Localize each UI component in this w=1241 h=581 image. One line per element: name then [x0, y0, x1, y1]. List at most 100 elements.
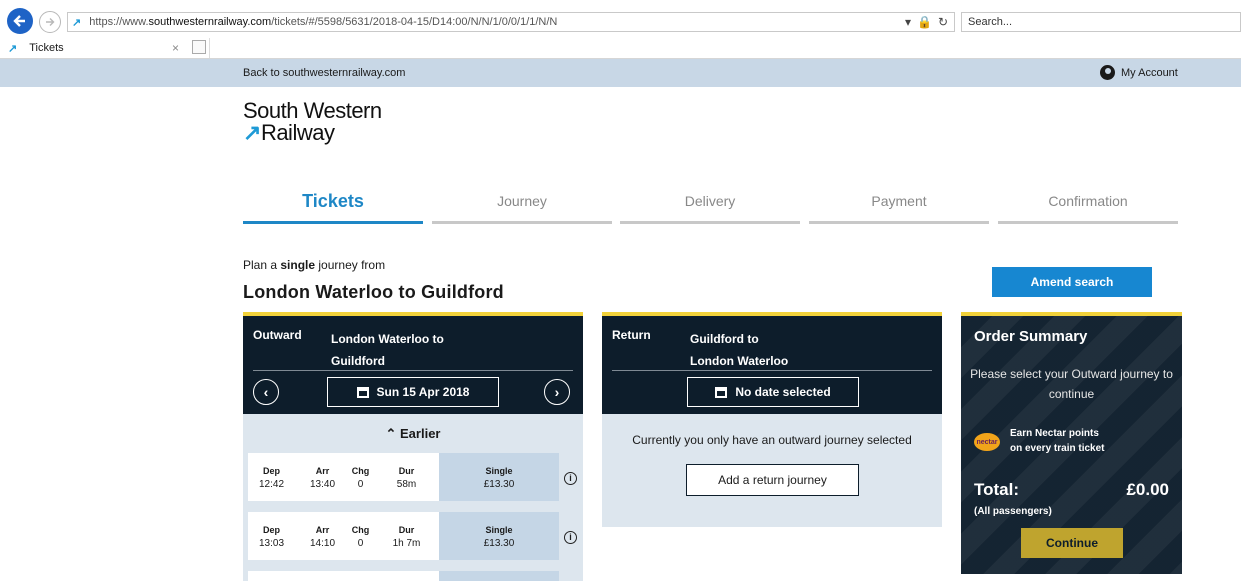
earlier-trains-button[interactable]: ⌃ Earlier	[243, 426, 583, 442]
dep-col: Dep 13:03	[254, 523, 289, 551]
return-route: Guildford to London Waterloo	[690, 328, 788, 372]
step-journey: Journey	[497, 193, 547, 209]
duration: 1h 7m	[392, 538, 421, 549]
outward-route-line1: London Waterloo to	[331, 332, 444, 346]
step-bar-delivery	[620, 221, 800, 224]
dep-time: 12:42	[258, 479, 285, 490]
chg-header: Chg	[351, 525, 370, 535]
total-label: Total:	[974, 480, 1020, 499]
return-route-line1: Guildford to	[690, 332, 759, 346]
fare-price: £13.30	[483, 538, 515, 549]
logo-arrow-icon: ↗	[243, 120, 261, 145]
chg-col: Chg 0	[348, 464, 373, 492]
step-bar-confirmation	[998, 221, 1178, 224]
return-panel: Return Guildford to London Waterloo No d…	[602, 312, 942, 414]
logo-line2: ↗Railway	[243, 122, 382, 144]
changes-count: 0	[357, 538, 364, 549]
step-bar-journey	[432, 221, 612, 224]
outward-route-line2: Guildford	[331, 354, 385, 368]
return-route-line2: London Waterloo	[690, 354, 789, 368]
return-label: Return	[612, 328, 651, 342]
refresh-icon[interactable]: ↻	[938, 15, 948, 29]
outward-label: Outward	[253, 328, 302, 342]
plan-journey-text: Plan a single journey from	[243, 258, 385, 272]
dur-col: Dur 1h 7m	[384, 523, 429, 551]
journey-row[interactable]: Dep 12:42 Arr 13:40 Chg 0 Dur 58m Single £13.…	[248, 453, 559, 501]
order-summary-title: Order Summary	[974, 328, 1088, 345]
add-return-journey-button[interactable]: Add a return journey	[686, 464, 859, 496]
journey-row[interactable]: Dep 13:03 Arr 14:10 Chg 0 Dur 1h 7m Single £1…	[248, 512, 559, 560]
previous-day-button[interactable]: ‹	[253, 379, 279, 405]
dep-time: 13:03	[258, 538, 285, 549]
nectar-line1: Earn Nectar points	[1010, 428, 1099, 439]
dep-header: Dep	[262, 466, 280, 476]
chevron-up-icon: ⌃	[385, 426, 401, 441]
outward-date-picker[interactable]: Sun 15 Apr 2018	[327, 377, 499, 407]
arr-header: Arr	[315, 525, 330, 535]
step-bar-tickets	[243, 221, 423, 224]
chevron-left-icon: ‹	[263, 384, 269, 400]
browser-search-input[interactable]: Search...	[961, 12, 1241, 32]
lock-icon[interactable]: 🔒	[917, 15, 932, 29]
address-url: https://www.southwesternrailway.com/tick…	[89, 16, 558, 28]
return-date: No date selected	[735, 385, 831, 399]
arrow-left-icon	[13, 15, 25, 27]
logo-line1: South Western	[243, 98, 382, 123]
outward-results: ⌃ Earlier Dep 12:42 Arr 13:40 Chg 0 Dur 58m …	[243, 414, 583, 581]
logo-line2-text: Railway	[260, 120, 335, 145]
step-tickets: Tickets	[302, 191, 364, 211]
step-bar-payment	[809, 221, 989, 224]
return-message: Currently you only have an outward journ…	[632, 433, 912, 447]
tab-title: Tickets	[29, 42, 64, 54]
my-account-link[interactable]: My Account	[1100, 65, 1178, 80]
single-fare-cell[interactable]: Single £13.30	[439, 453, 559, 501]
single-fare-cell[interactable]: Single £13.30	[439, 512, 559, 560]
browser-tab[interactable]: ↗ Tickets ×	[0, 38, 210, 58]
chevron-right-icon: ›	[554, 384, 560, 400]
continue-button[interactable]: Continue	[1021, 528, 1123, 558]
outward-route: London Waterloo to Guildford	[331, 328, 444, 372]
new-tab-button[interactable]	[192, 40, 206, 54]
info-icon[interactable]: i	[564, 531, 577, 544]
single-fare-cell[interactable]	[439, 571, 559, 581]
tab-favicon-icon: ↗	[8, 42, 18, 55]
dur-col: Dur 58m	[384, 464, 429, 492]
order-summary: Order Summary Please select your Outward…	[961, 312, 1182, 574]
fare-header: Single	[485, 525, 513, 535]
browser-toolbar: ↗ https://www.southwesternrailway.com/ti…	[0, 0, 1241, 38]
info-icon[interactable]: i	[564, 472, 577, 485]
outward-divider	[253, 370, 573, 371]
my-account-label: My Account	[1121, 66, 1178, 79]
account-icon	[1100, 65, 1115, 80]
swr-logo[interactable]: South Western ↗Railway	[243, 100, 382, 144]
route-title: London Waterloo to Guildford	[243, 282, 504, 302]
nectar-line2: on every train ticket	[1010, 443, 1105, 454]
browser-forward-button[interactable]	[39, 11, 61, 33]
chg-header: Chg	[351, 466, 370, 476]
outward-panel: Outward London Waterloo to Guildford ‹ S…	[243, 312, 583, 414]
address-bar[interactable]: ↗ https://www.southwesternrailway.com/ti…	[67, 12, 955, 32]
journey-row[interactable]	[248, 571, 559, 581]
dep-header: Dep	[262, 525, 280, 535]
calendar-icon	[715, 386, 728, 398]
fare-price: £13.30	[483, 479, 515, 490]
nectar-logo-icon: nectar	[974, 433, 1000, 451]
order-summary-message: Please select your Outward journey to co…	[970, 367, 1173, 401]
tab-close-icon[interactable]: ×	[172, 41, 179, 55]
total-value: £0.00	[1126, 480, 1169, 499]
amend-search-button[interactable]: Amend search	[992, 267, 1152, 297]
step-payment: Payment	[871, 193, 927, 209]
site-favicon-icon: ↗	[72, 16, 82, 29]
next-day-button[interactable]: ›	[544, 379, 570, 405]
passengers-note: (All passengers)	[974, 506, 1052, 517]
plan-prefix: Plan a	[243, 258, 281, 272]
fare-header: Single	[485, 466, 513, 476]
return-body: Currently you only have an outward journ…	[602, 414, 942, 527]
return-date-picker[interactable]: No date selected	[687, 377, 859, 407]
browser-back-button[interactable]	[7, 8, 33, 34]
arr-col: Arr 13:40	[305, 464, 340, 492]
back-to-site-link[interactable]: Back to southwesternrailway.com	[243, 67, 405, 79]
dropdown-icon[interactable]: ▾	[905, 15, 911, 29]
dep-col: Dep 12:42	[254, 464, 289, 492]
calendar-icon	[356, 386, 369, 398]
